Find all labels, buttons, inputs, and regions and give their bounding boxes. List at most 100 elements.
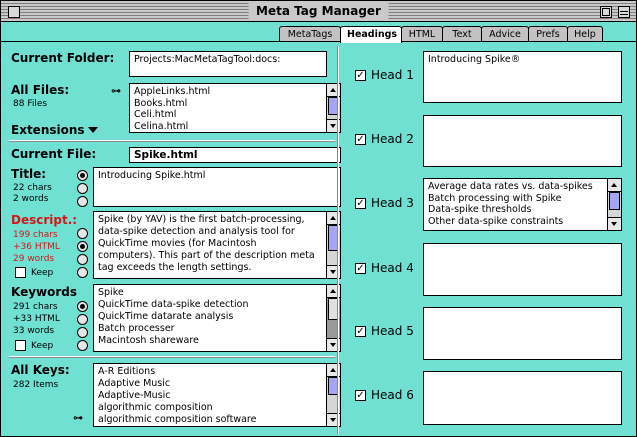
tab-help[interactable]: Help	[567, 26, 603, 42]
checkmark-icon: ✓	[356, 326, 365, 337]
file-item[interactable]: Books.html	[134, 98, 336, 110]
all-files-list[interactable]: AppleLinks.html Books.html Celi.html Celina…	[129, 83, 341, 133]
descript-label: Descript.:	[11, 213, 78, 227]
head-5-label: Head 5	[371, 324, 414, 338]
keywords-keep-checkbox[interactable]	[15, 340, 26, 351]
head-6-value	[424, 372, 621, 376]
title-radio-1[interactable]	[77, 170, 88, 181]
title-value: Introducing Spike.html	[98, 170, 206, 181]
descript-radio-2[interactable]	[77, 241, 88, 252]
extensions-label[interactable]: Extensions	[11, 123, 85, 137]
column-divider	[337, 46, 339, 434]
file-item[interactable]: Celina.html	[134, 121, 336, 133]
title-field[interactable]: Introducing Spike.html	[93, 167, 341, 207]
checkmark-icon: ✓	[356, 70, 365, 81]
current-file-value: Spike.html	[134, 149, 198, 161]
head-5-value	[424, 308, 621, 312]
head-6-checkbox[interactable]: ✓	[355, 390, 366, 401]
tab-text[interactable]: Text	[442, 26, 482, 42]
key-icon[interactable]: ⊶	[111, 86, 121, 97]
keywords-field[interactable]: Spike QuickTime data-spike detection Qui…	[93, 284, 341, 352]
descript-radio-1[interactable]	[77, 228, 88, 239]
head-1-checkbox[interactable]: ✓	[355, 70, 366, 81]
checkmark-icon: ✓	[356, 390, 365, 401]
zoom-box-icon[interactable]	[600, 6, 612, 18]
file-item[interactable]: Celi.html	[134, 109, 336, 121]
head-4-field[interactable]	[423, 243, 622, 296]
head-5-checkbox[interactable]: ✓	[355, 326, 366, 337]
keywords-radio-4[interactable]	[77, 340, 88, 351]
main-window: Meta Tag Manager MetaTags Headings HTML …	[0, 0, 637, 437]
head-3-field[interactable]: Average data rates vs. data-spikes Batch…	[423, 178, 622, 231]
all-keys-count: 282 Items	[13, 380, 59, 390]
files-list: AppleLinks.html Books.html Celi.html Celina…	[130, 84, 340, 133]
current-folder-value: Projects:MacMetaTagTool:docs:	[134, 54, 281, 65]
descript-field[interactable]: Spike (by YAV) is the first batch-proces…	[93, 211, 341, 279]
head-4-label: Head 4	[371, 261, 414, 275]
head-4-value	[424, 244, 621, 248]
descript-value: Spike (by YAV) is the first batch-proces…	[98, 214, 315, 273]
title-bar[interactable]: Meta Tag Manager	[1, 1, 636, 22]
descript-radio-3[interactable]	[77, 254, 88, 265]
keywords-radio-2[interactable]	[77, 314, 88, 325]
title-radio-2[interactable]	[77, 183, 88, 194]
close-box-icon[interactable]	[8, 6, 20, 18]
head-2-value	[424, 116, 621, 120]
head-1-label: Head 1	[371, 68, 414, 82]
head-6-label: Head 6	[371, 388, 414, 402]
keywords-keep-label: Keep	[31, 341, 54, 351]
all-keys-label: All Keys:	[11, 363, 70, 377]
keywords-radio-3[interactable]	[77, 327, 88, 338]
scroll-thumb[interactable]	[609, 192, 620, 210]
window-title: Meta Tag Manager	[248, 3, 389, 20]
descript-html: +36 HTML	[13, 242, 60, 252]
head-4-checkbox[interactable]: ✓	[355, 263, 366, 274]
tab-html[interactable]: HTML	[401, 26, 443, 42]
descript-words: 29 words	[13, 254, 55, 264]
head-3-checkbox[interactable]: ✓	[355, 198, 366, 209]
all-keys-list[interactable]: A-R Editions Adaptive Music Adaptive-Mus…	[93, 363, 341, 427]
title-radio-3[interactable]	[77, 196, 88, 207]
descript-keep-label: Keep	[31, 268, 54, 278]
section-divider	[9, 140, 335, 142]
tab-prefs[interactable]: Prefs	[528, 26, 568, 42]
head-1-value: Introducing Spike®	[428, 54, 521, 65]
all-files-label: All Files:	[11, 83, 70, 97]
key-icon[interactable]: ⊶	[73, 413, 83, 424]
head-2-checkbox[interactable]: ✓	[355, 134, 366, 145]
descript-radio-4[interactable]	[77, 267, 88, 278]
head-3-scrollbar[interactable]	[607, 179, 621, 230]
title-chars: 22 chars	[13, 183, 52, 193]
keywords-value: Spike QuickTime data-spike detection Qui…	[98, 287, 249, 346]
file-item[interactable]: AppleLinks.html	[134, 86, 336, 98]
keywords-words: 33 words	[13, 326, 55, 336]
title-words: 2 words	[13, 194, 49, 204]
scroll-down-arrow-icon[interactable]	[608, 217, 621, 230]
checkmark-icon: ✓	[356, 263, 365, 274]
keywords-label: Keywords	[11, 285, 78, 299]
checkmark-icon: ✓	[356, 198, 365, 209]
title-label: Title:	[11, 167, 47, 181]
all-keys-value: A-R Editions Adaptive Music Adaptive-Mus…	[98, 366, 257, 425]
current-folder-field[interactable]: Projects:MacMetaTagTool:docs:	[129, 51, 327, 77]
tab-divider	[1, 41, 636, 42]
collapse-box-icon[interactable]	[618, 6, 630, 18]
descript-keep-checkbox[interactable]	[15, 267, 26, 278]
keywords-radio-1[interactable]	[77, 301, 88, 312]
head-3-value: Average data rates vs. data-spikes Batch…	[428, 181, 593, 227]
tab-advice[interactable]: Advice	[481, 26, 529, 42]
tab-metatags[interactable]: MetaTags	[279, 26, 341, 42]
current-file-label: Current File:	[11, 147, 97, 161]
head-5-field[interactable]	[423, 307, 622, 360]
keywords-html: +33 HTML	[13, 314, 60, 324]
triangle-down-icon[interactable]	[88, 127, 98, 133]
head-2-label: Head 2	[371, 132, 414, 146]
keywords-chars: 291 chars	[13, 302, 58, 312]
tab-headings[interactable]: Headings	[340, 26, 402, 43]
checkmark-icon: ✓	[356, 134, 365, 145]
current-file-field[interactable]: Spike.html	[129, 147, 341, 163]
scroll-up-arrow-icon[interactable]	[608, 179, 621, 192]
head-6-field[interactable]	[423, 371, 622, 425]
head-1-field[interactable]: Introducing Spike®	[423, 51, 622, 103]
head-2-field[interactable]	[423, 115, 622, 167]
